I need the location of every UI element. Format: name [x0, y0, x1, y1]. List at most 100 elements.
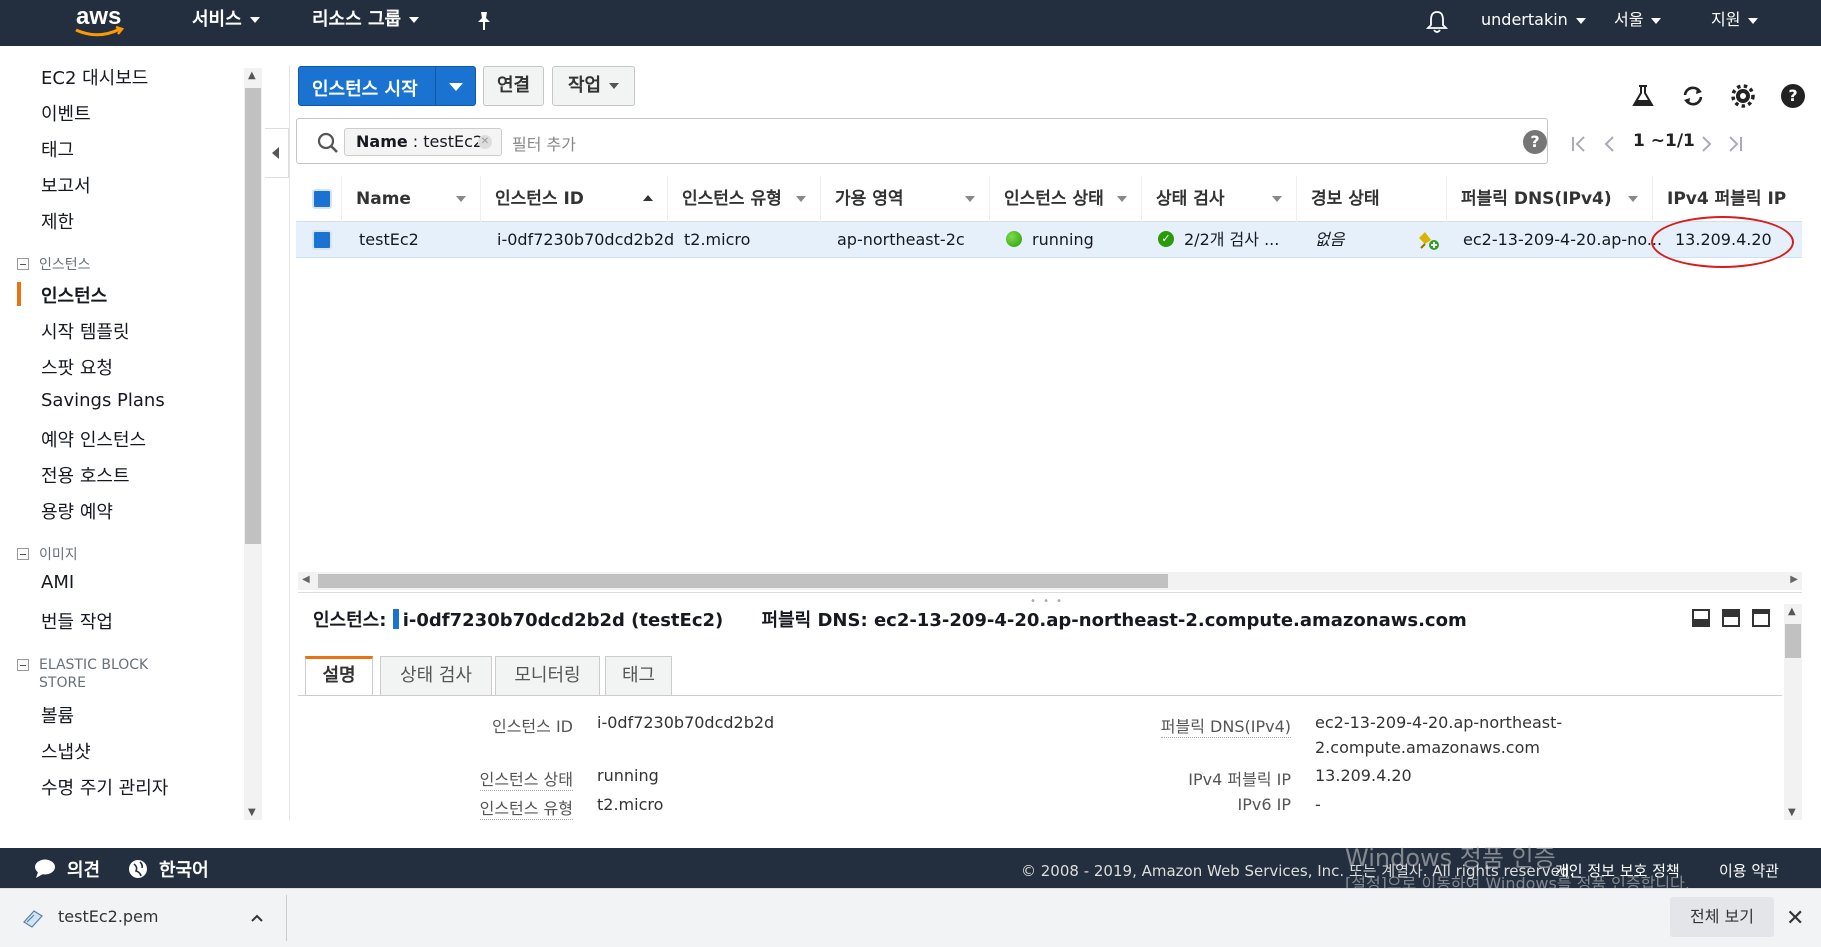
sidebar-item-limits[interactable]: 제한 — [41, 208, 74, 234]
sidebar-item-reserved-instances[interactable]: 예약 인스턴스 — [41, 426, 146, 452]
resource-groups-menu[interactable]: 리소스 그룹 — [312, 0, 420, 46]
chevron-down-icon[interactable] — [449, 83, 463, 91]
cell-availability-zone: ap-northeast-2c — [837, 230, 965, 249]
prev-page-icon[interactable] — [1602, 135, 1616, 153]
sidebar-item-dedicated-hosts[interactable]: 전용 호스트 — [41, 462, 130, 488]
sidebar-item-launch-templates[interactable]: 시작 템플릿 — [41, 318, 130, 344]
column-header-instance-state[interactable]: 인스턴스 상태 — [989, 176, 1141, 222]
scroll-down-icon[interactable]: ▼ — [1788, 807, 1796, 818]
sidebar-item-volumes[interactable]: 볼륨 — [41, 702, 74, 728]
sidebar-scrollbar[interactable]: ▲ ▼ — [244, 68, 262, 820]
terms-link[interactable]: 이용 약관 — [1719, 860, 1779, 881]
launch-instance-button[interactable]: 인스턴스 시작 — [298, 66, 476, 106]
language-selector[interactable]: 한국어 — [159, 856, 209, 882]
actions-button[interactable]: 작업 — [552, 66, 635, 106]
filter-input[interactable]: 필터 추가 — [512, 131, 576, 155]
scroll-up-icon[interactable]: ▲ — [248, 70, 256, 81]
sidebar-item-ami[interactable]: AMI — [41, 572, 74, 593]
select-all-checkbox[interactable] — [312, 189, 332, 209]
value-public-dns-line2: 2.compute.amazonaws.com — [1315, 738, 1540, 757]
column-header-public-dns[interactable]: 퍼블릭 DNS(IPv4) — [1446, 176, 1652, 222]
tab-status-checks[interactable]: 상태 검사 — [380, 656, 492, 696]
show-all-downloads-button[interactable]: 전체 보기 — [1670, 897, 1774, 937]
sidebar-collapse-button[interactable] — [265, 128, 289, 178]
create-alarm-icon[interactable] — [1415, 228, 1441, 252]
panel-small-icon[interactable] — [1692, 609, 1710, 627]
feedback-link[interactable]: 의견 — [67, 856, 100, 882]
value-public-ip: 13.209.4.20 — [1315, 766, 1412, 785]
sidebar: EC2 대시보드 이벤트 태그 보고서 제한 인스턴스 인스턴스 시작 템플릿 … — [0, 46, 265, 820]
filter-token[interactable]: Name : testEc2 ✕ — [344, 128, 502, 156]
sidebar-group-instances[interactable]: 인스턴스 — [17, 254, 91, 274]
value-instance-id: i-0df7230b70dcd2b2d — [597, 713, 775, 732]
row-checkbox[interactable] — [312, 230, 332, 250]
scrollbar-thumb[interactable] — [245, 88, 261, 544]
scrollbar-thumb[interactable] — [1785, 624, 1801, 658]
sidebar-item-reports[interactable]: 보고서 — [41, 172, 91, 198]
gear-icon[interactable] — [1731, 84, 1755, 108]
value-instance-state: running — [597, 766, 659, 785]
column-header-status-checks[interactable]: 상태 검사 — [1141, 176, 1296, 222]
flask-icon[interactable] — [1631, 84, 1655, 108]
sidebar-item-bundle-tasks[interactable]: 번들 작업 — [41, 608, 113, 634]
support-menu[interactable]: 지원 — [1711, 0, 1759, 46]
sidebar-item-tags[interactable]: 태그 — [41, 136, 74, 162]
detail-dns-value: ec2-13-209-4-20.ap-northeast-2.compute.a… — [873, 610, 1467, 631]
panel-medium-icon[interactable] — [1722, 609, 1740, 627]
services-menu[interactable]: 서비스 — [192, 0, 260, 46]
scroll-right-icon[interactable]: ▶ — [1790, 574, 1798, 585]
aws-logo[interactable]: aws — [70, 2, 130, 42]
detail-scrollbar[interactable]: ▲ ▼ — [1784, 604, 1802, 820]
close-icon[interactable]: ✕ — [1786, 906, 1804, 931]
remove-filter-icon[interactable]: ✕ — [478, 135, 492, 149]
sidebar-item-capacity-reservations[interactable]: 용량 예약 — [41, 498, 113, 524]
sidebar-item-spot-requests[interactable]: 스팟 요청 — [41, 354, 113, 380]
last-page-icon[interactable] — [1727, 135, 1743, 153]
next-page-icon[interactable] — [1700, 135, 1714, 153]
refresh-icon[interactable] — [1681, 84, 1705, 108]
pin-icon[interactable] — [474, 10, 494, 32]
panel-maximize-icon[interactable] — [1752, 609, 1770, 627]
column-header-instance-id[interactable]: 인스턴스 ID — [480, 176, 667, 222]
cell-status-checks: ✓ 2/2개 검사 ... — [1158, 222, 1279, 258]
tab-description[interactable]: 설명 — [305, 656, 373, 696]
chevron-up-icon[interactable] — [250, 913, 264, 923]
sidebar-item-lifecycle-manager[interactable]: 수명 주기 관리자 — [41, 774, 168, 800]
help-icon[interactable]: ? — [1781, 84, 1805, 108]
panel-splitter[interactable] — [298, 592, 1802, 593]
tab-tags[interactable]: 태그 — [605, 656, 672, 696]
top-navigation-bar: aws 서비스 리소스 그룹 undertakin 서울 지원 — [0, 0, 1821, 46]
sidebar-group-ebs[interactable]: ELASTIC BLOCK STORE — [17, 656, 148, 692]
sidebar-item-instances[interactable]: 인스턴스 — [41, 282, 107, 308]
connect-button[interactable]: 연결 — [483, 66, 544, 106]
detail-title: 인스턴스: i-0df7230b70dcd2b2d (testEc2) 퍼블릭 … — [313, 606, 1467, 632]
divider — [435, 67, 436, 105]
sidebar-item-ec2-dashboard[interactable]: EC2 대시보드 — [41, 64, 148, 90]
sidebar-item-savings-plans[interactable]: Savings Plans — [41, 390, 165, 411]
collapse-icon — [17, 659, 29, 671]
column-header-alarm-status[interactable]: 경보 상태 — [1296, 176, 1446, 222]
account-menu[interactable]: undertakin — [1481, 0, 1586, 46]
sidebar-item-snapshots[interactable]: 스냅샷 — [41, 738, 91, 764]
scroll-left-icon[interactable]: ◀ — [302, 574, 310, 585]
column-header-name[interactable]: Name — [341, 176, 480, 222]
first-page-icon[interactable] — [1571, 135, 1587, 153]
scrollbar-thumb[interactable] — [318, 574, 1168, 588]
bell-icon[interactable] — [1426, 10, 1448, 34]
region-menu[interactable]: 서울 — [1614, 0, 1662, 46]
column-header-instance-type[interactable]: 인스턴스 유형 — [667, 176, 820, 222]
filter-bar[interactable]: Name : testEc2 ✕ 필터 추가 ? — [296, 118, 1548, 164]
sidebar-item-events[interactable]: 이벤트 — [41, 100, 91, 126]
filter-help-icon[interactable]: ? — [1523, 130, 1547, 154]
tab-monitoring[interactable]: 모니터링 — [495, 656, 600, 696]
table-row[interactable]: testEc2 i-0df7230b70dcd2b2d t2.micro ap-… — [296, 222, 1802, 258]
scroll-down-icon[interactable]: ▼ — [248, 807, 256, 818]
detail-instance-id: i-0df7230b70dcd2b2d (testEc2) — [402, 610, 724, 631]
column-header-availability-zone[interactable]: 가용 영역 — [820, 176, 989, 222]
download-item[interactable]: testEc2.pem — [22, 907, 158, 928]
sidebar-group-images[interactable]: 이미지 — [17, 544, 78, 564]
scroll-up-icon[interactable]: ▲ — [1788, 606, 1796, 617]
sort-icon — [456, 196, 466, 202]
cell-instance-type: t2.micro — [684, 230, 751, 249]
table-horizontal-scrollbar[interactable]: ◀ ▶ — [298, 572, 1802, 590]
